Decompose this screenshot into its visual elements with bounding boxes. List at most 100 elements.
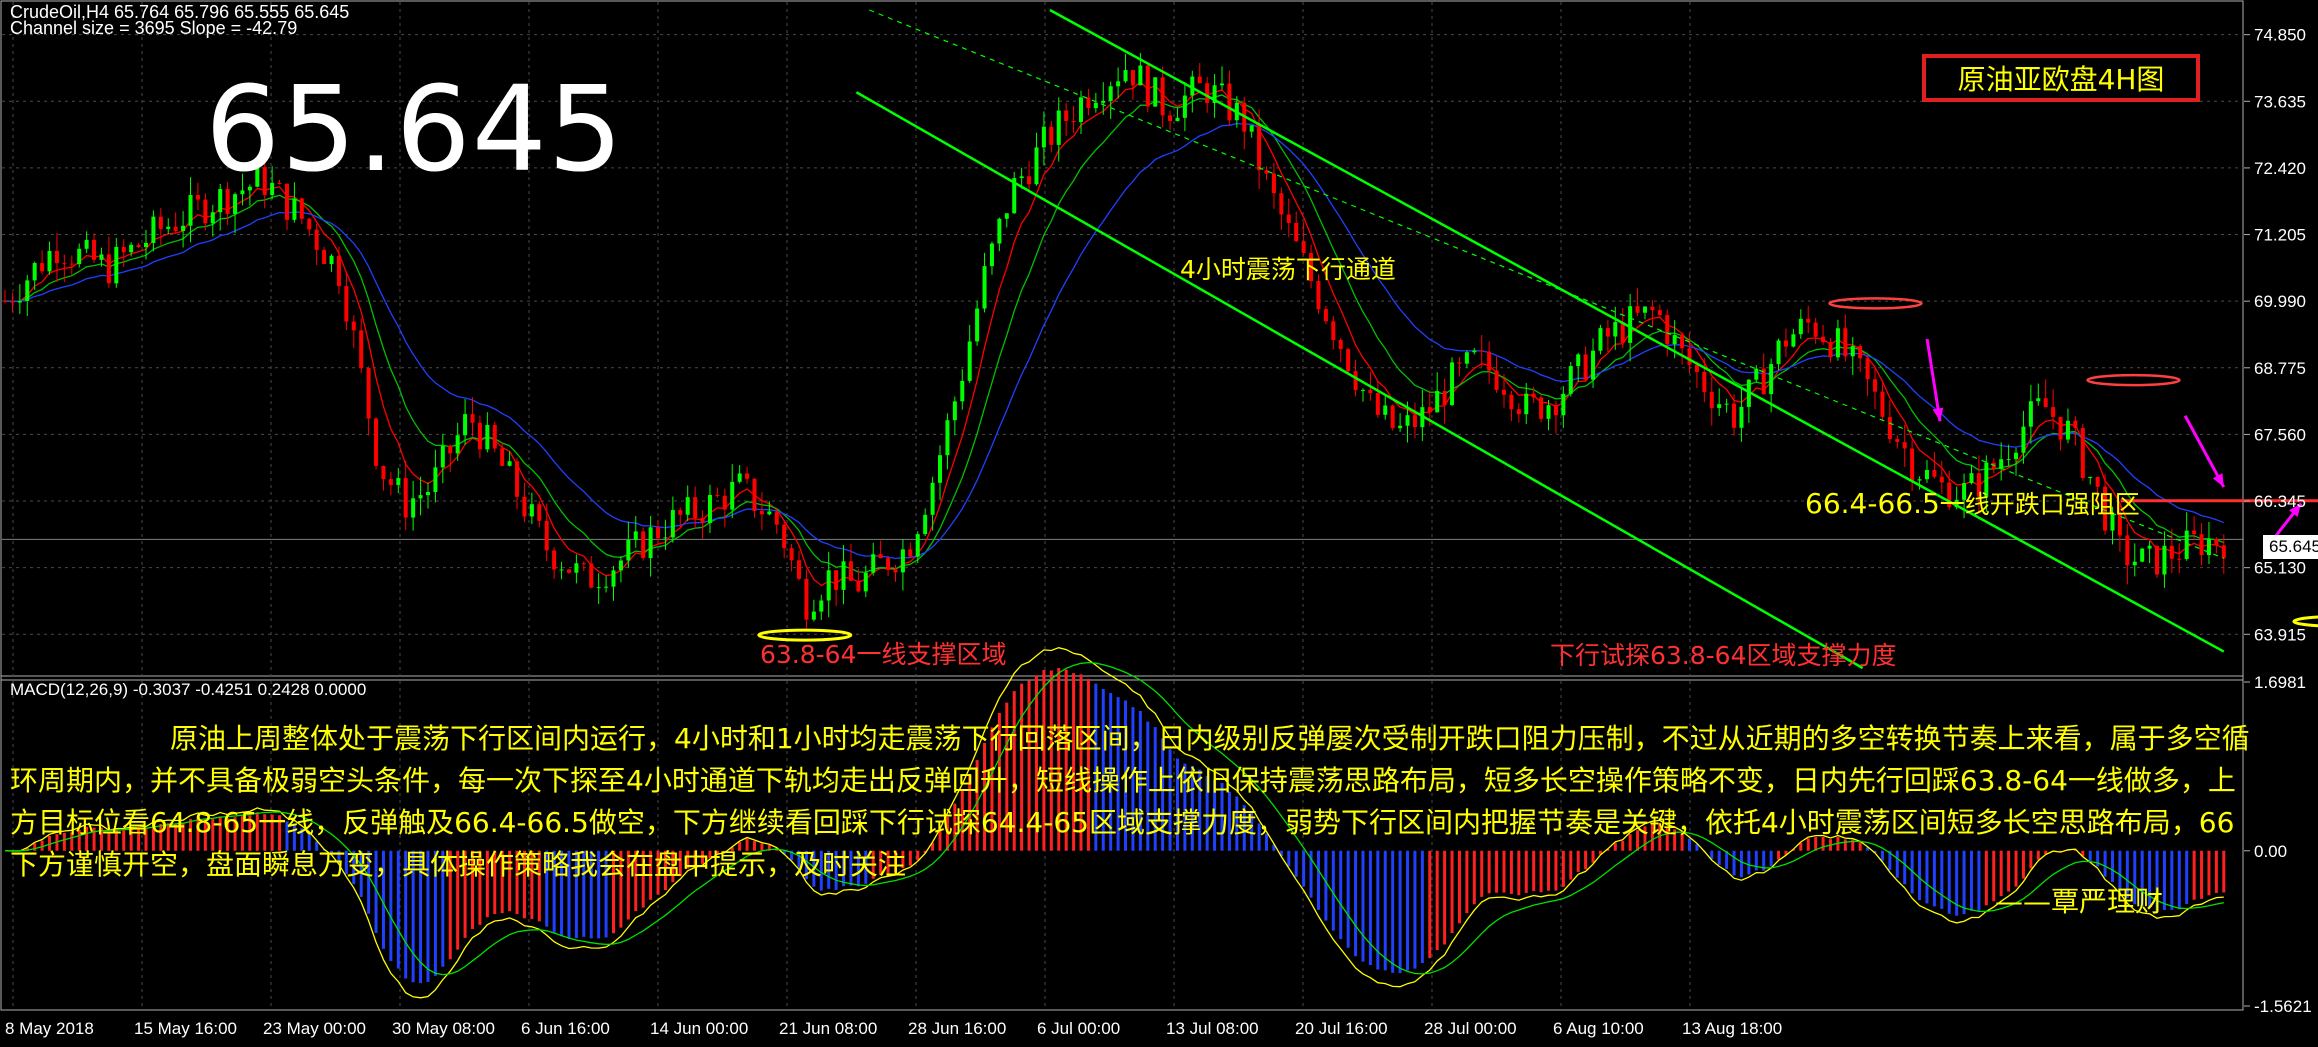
candle-body xyxy=(2155,545,2160,575)
candle-body xyxy=(173,226,178,232)
candle-body xyxy=(834,570,839,590)
candle-body xyxy=(1501,389,1506,395)
candle-body xyxy=(17,301,22,303)
candle-body xyxy=(1939,476,1944,483)
candle-body xyxy=(1924,469,1929,480)
candle-body xyxy=(463,414,468,436)
candle-body xyxy=(678,510,683,515)
price-axis: 74.850 73.635 72.420 71.205 69.990 68.775 67.5… xyxy=(2244,26,2312,1016)
candle-body xyxy=(1761,368,1766,395)
candle-body xyxy=(596,587,601,589)
candle-body xyxy=(336,255,341,287)
candle-body xyxy=(2006,459,2011,461)
candle-body xyxy=(804,578,809,620)
resistance-label: 66.4-66.5一线开跌口强阻区 xyxy=(1805,485,2140,521)
candle-body xyxy=(374,418,379,466)
candle-body xyxy=(2073,420,2078,428)
candle-body xyxy=(1709,391,1714,408)
candle-body xyxy=(40,263,45,272)
candle-body xyxy=(522,496,527,517)
candle-body xyxy=(2132,561,2137,566)
candle-body xyxy=(2140,548,2145,562)
candle-body xyxy=(1895,439,1900,443)
candle-body xyxy=(1576,354,1581,367)
candle-body xyxy=(1390,405,1395,429)
y-tick-label: 67.560 xyxy=(2254,425,2306,444)
candle-body xyxy=(32,263,37,281)
analysis-commentary: 原油上周整体处于震荡下行区间内运行，4小时和1小时均走震荡下行回落区间，日内级别… xyxy=(10,722,2250,881)
candle-body xyxy=(1680,334,1685,349)
candle-body xyxy=(403,478,408,518)
candle-body xyxy=(448,445,453,454)
candle-body xyxy=(618,560,623,571)
candle-body xyxy=(210,212,215,224)
candle-body xyxy=(1130,70,1135,86)
candle-body xyxy=(1472,350,1477,353)
candle-body xyxy=(1271,173,1276,194)
candle-body xyxy=(693,497,698,519)
candle-body xyxy=(440,445,445,468)
time-axis: 8 May 2018 15 May 16:00 23 May 00:00 30 May… xyxy=(5,1019,1782,1038)
x-tick-label: 15 May 16:00 xyxy=(134,1019,237,1038)
candle-body xyxy=(1509,394,1514,410)
candle-body xyxy=(1093,102,1098,109)
candle-body xyxy=(1101,100,1106,103)
candle-body xyxy=(136,244,141,248)
candle-body xyxy=(114,246,119,284)
candle-body xyxy=(1249,125,1254,132)
candle-body xyxy=(1835,328,1840,358)
candle-body xyxy=(2021,426,2026,453)
candle-body xyxy=(975,308,980,342)
candle-body xyxy=(292,198,297,220)
candle-body xyxy=(1880,391,1885,417)
candle-body xyxy=(1635,306,1640,313)
candle-body xyxy=(1932,469,1937,477)
candle-body xyxy=(745,473,750,479)
candle-body xyxy=(1910,448,1915,481)
candle-body xyxy=(2177,558,2182,560)
resistance-label-text: 一线开跌口强阻区 xyxy=(1939,490,2140,519)
candle-body xyxy=(574,563,579,573)
candle-body xyxy=(1383,405,1388,415)
candle-body xyxy=(774,511,779,525)
candle-body xyxy=(923,514,928,535)
candle-body xyxy=(1435,391,1440,413)
candle-body xyxy=(1553,405,1558,416)
candle-body xyxy=(997,218,1002,244)
candle-body xyxy=(1034,147,1039,185)
candle-body xyxy=(329,255,334,265)
support-right-label: 下行试探63.8-64区域支撑力度 xyxy=(1550,641,1897,670)
candle-body xyxy=(2221,545,2226,559)
candle-body xyxy=(1598,328,1603,351)
candle-body xyxy=(121,246,126,253)
candle-body xyxy=(158,216,163,229)
candle-body xyxy=(656,527,661,539)
author-signature: ——覃严理财 xyxy=(1995,885,2164,918)
candle-body xyxy=(433,467,438,493)
y-tick-label: 74.850 xyxy=(2254,26,2306,45)
candle-body xyxy=(2088,476,2093,479)
candle-body xyxy=(1398,425,1403,429)
candle-body xyxy=(77,248,82,265)
macd-tick-label: 1.6981 xyxy=(2254,673,2306,692)
candle-body xyxy=(648,527,653,559)
candle-body xyxy=(1568,366,1573,394)
candle-body xyxy=(1999,459,2004,469)
candle-body xyxy=(1145,65,1150,107)
resistance-ellipse xyxy=(1828,297,1923,310)
resistance-ellipse xyxy=(2086,373,2181,387)
candle-body xyxy=(1487,351,1492,371)
candle-body xyxy=(195,195,200,200)
candle-body xyxy=(1294,222,1299,242)
candle-body xyxy=(1516,409,1521,415)
resistance-label-range: 66.4-66.5 xyxy=(1805,487,1940,520)
candle-body xyxy=(2169,545,2174,559)
candle-body xyxy=(2192,530,2197,535)
candle-body xyxy=(1457,362,1462,364)
candle-body xyxy=(1197,76,1202,84)
candle-body xyxy=(893,569,898,573)
candle-body xyxy=(1412,415,1417,428)
x-tick-label: 6 Aug 10:00 xyxy=(1553,1019,1644,1038)
candle-body xyxy=(1353,371,1358,391)
candle-body xyxy=(930,482,935,515)
